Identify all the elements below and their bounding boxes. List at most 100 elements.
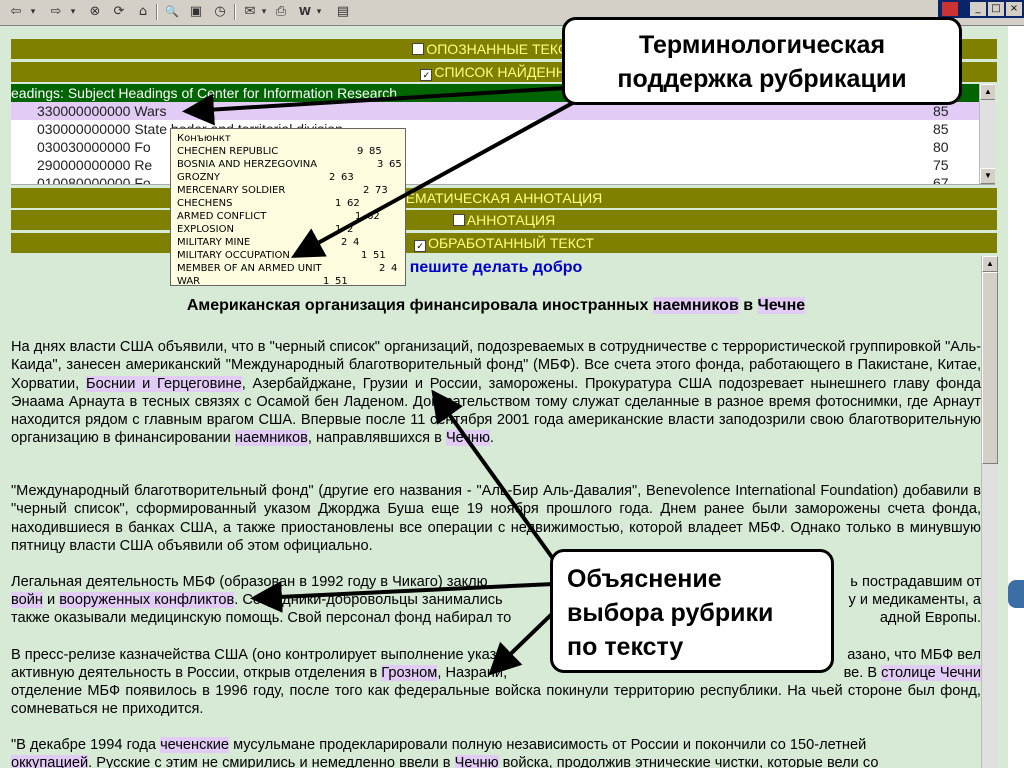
highlight-term[interactable]: вооруженных конфликтов xyxy=(59,592,235,608)
edit-dropdown-icon[interactable]: ▾ xyxy=(314,3,324,21)
popup-row: ARMED CONFLICT 1 62 xyxy=(177,210,399,223)
term-weight: 51 xyxy=(335,276,348,287)
highlight-term[interactable]: Чечню xyxy=(445,430,490,447)
paragraph-4: В пресс-релизе казначейства США (оно кон… xyxy=(11,646,981,717)
search-icon[interactable]: 🔍 xyxy=(163,3,181,21)
checkbox-found-list[interactable]: ✓ xyxy=(420,69,433,81)
term-name: WAR xyxy=(177,276,201,287)
refresh-icon[interactable]: ⟳ xyxy=(110,3,128,21)
history-icon[interactable]: ◷ xyxy=(211,3,229,21)
term-name: GROZNY xyxy=(177,172,221,183)
term-weight: 63 xyxy=(341,172,354,183)
text-line: Легальная деятельность МБФ (образован в … xyxy=(11,573,488,591)
term-name: MILITARY MINE xyxy=(177,237,251,248)
popup-row: EXPLOSION 1 2 xyxy=(177,223,399,236)
term-count: 1 xyxy=(335,198,342,209)
scroll-down-icon[interactable]: ▼ xyxy=(980,168,995,184)
processed-document: пешите делать добро Американская организ… xyxy=(11,258,981,768)
home-icon[interactable]: ⌂ xyxy=(134,3,152,21)
text-line: у и медикаменты, а xyxy=(849,591,981,609)
list-item[interactable]: 030000000000 State boder and territorial… xyxy=(11,120,979,138)
callout-line: выбора рубрики xyxy=(567,599,774,627)
highlight-term[interactable]: столице Чечни xyxy=(881,665,981,681)
list-scrollbar[interactable]: ▲ ▼ xyxy=(979,84,995,184)
edit-icon[interactable]: W xyxy=(296,3,314,21)
term-count: 1 xyxy=(323,276,330,287)
term-weight: 85 xyxy=(369,146,382,157)
term-weight: 2 xyxy=(347,224,354,235)
highlight-term[interactable]: Чечню xyxy=(454,755,499,768)
back-icon[interactable]: ⇦ xyxy=(6,3,26,21)
back-dropdown-icon[interactable]: ▾ xyxy=(28,3,38,21)
bar-annotation[interactable]: АННОТАЦИЯ xyxy=(11,210,997,230)
text-line: адной Европы. xyxy=(880,609,981,627)
highlight-term[interactable]: войн xyxy=(11,592,43,608)
callout-line: Объяснение xyxy=(567,565,722,593)
popup-row: BOSNIA AND HERZEGOVINA 3 65 xyxy=(177,158,402,171)
close-button[interactable]: × xyxy=(1006,2,1022,16)
text-run: войска, продолжив этнические чистки, кот… xyxy=(498,755,879,768)
paragraph-5: "В декабре 1994 года чеченские мусульман… xyxy=(11,736,981,768)
highlight-term[interactable]: Грозном xyxy=(381,665,438,681)
text-line: ь пострадавшим от xyxy=(850,573,981,591)
list-item[interactable]: 030030000000 Fo 80 xyxy=(11,138,979,156)
term-count: 9 xyxy=(357,146,364,157)
text-run: активную деятельность в России, открыв о… xyxy=(11,665,382,681)
favorites-icon[interactable]: ▣ xyxy=(187,3,205,21)
mail-icon[interactable]: ✉ xyxy=(241,3,259,21)
text-run: у и медикаменты, а xyxy=(848,592,981,608)
text-line: отделение МБФ появилось в 1996 году, пос… xyxy=(11,683,981,718)
term-count: 2 xyxy=(341,237,348,248)
term-name: MILITARY OCCUPATION xyxy=(177,250,290,261)
list-item[interactable]: 010080000000 Fo 67 xyxy=(11,174,979,184)
heading-code: 030030000000 Fo xyxy=(37,139,151,155)
text-run: адной Европы. xyxy=(879,610,981,626)
checkbox-recognized-texts[interactable] xyxy=(412,43,425,55)
callout-line: Терминологическая xyxy=(638,31,886,59)
highlight-term[interactable]: наемников xyxy=(234,430,308,447)
list-item[interactable]: 290000000000 Re 75 xyxy=(11,156,979,174)
term-count: 2 xyxy=(379,263,386,274)
mail-dropdown-icon[interactable]: ▾ xyxy=(259,3,269,21)
text-line: "В декабре 1994 года чеченские мусульман… xyxy=(11,736,981,754)
text-line: активную деятельность в России, открыв о… xyxy=(11,664,507,682)
discuss-icon[interactable]: ▤ xyxy=(334,3,352,21)
scroll-up-icon[interactable]: ▲ xyxy=(982,256,998,272)
highlight-term[interactable]: чеченские xyxy=(160,737,230,753)
callout-line: по тексту xyxy=(567,633,684,661)
slogan: пешите делать добро xyxy=(409,259,583,276)
scroll-up-icon[interactable]: ▲ xyxy=(980,84,995,100)
text-run: , направлявшихся в xyxy=(307,430,446,447)
minimize-button[interactable]: _ xyxy=(970,2,986,16)
heading-code: 330000000000 Wars xyxy=(37,103,167,119)
document-scrollbar[interactable]: ▲ xyxy=(981,256,998,768)
highlight-term[interactable]: Чечне xyxy=(757,297,806,314)
forward-icon[interactable]: ⇨ xyxy=(46,3,66,21)
text-run: и xyxy=(42,592,60,608)
highlight-term[interactable]: оккупацией xyxy=(11,755,89,768)
highlight-term[interactable]: наемников xyxy=(652,297,739,314)
bar-processed-text[interactable]: ✓ ОБРАБОТАННЫЙ ТЕКСТ xyxy=(11,233,997,253)
term-name: MEMBER OF AN ARMED UNIT xyxy=(177,263,322,274)
term-popup: Конъюнкт CHECHEN REPUBLIC 9 85 BOSNIA AND … xyxy=(170,128,406,288)
forward-dropdown-icon[interactable]: ▾ xyxy=(68,3,78,21)
text-run: . Сотрудники-добровольцы занимались xyxy=(234,592,503,608)
maximize-button[interactable]: □ xyxy=(988,2,1004,16)
checkbox-annotation[interactable] xyxy=(452,214,465,226)
stop-icon[interactable]: ⊗ xyxy=(86,3,104,21)
text-run: . Русские с этим не смирились и немедлен… xyxy=(88,755,455,768)
title-text: в xyxy=(738,297,758,314)
text-run: Легальная деятельность МБФ (образован в … xyxy=(11,574,488,590)
toolbar-separator xyxy=(234,4,236,20)
term-count: 1 xyxy=(361,250,368,261)
text-run: В пресс-релизе казначейства США (оно кон… xyxy=(11,647,505,663)
bar-thematic-annotation[interactable]: ЕМАТИЧЕСКАЯ АННОТАЦИЯ xyxy=(11,188,997,208)
checkbox-processed-text[interactable]: ✓ xyxy=(414,240,427,252)
scroll-thumb[interactable] xyxy=(982,272,998,464)
highlight-term[interactable]: Боснии и Герцеговине xyxy=(86,375,242,392)
term-weight: 4 xyxy=(353,237,360,248)
text-run: мусульмане продекларировали полную незав… xyxy=(229,737,867,753)
term-name: MERCENARY SOLDIER xyxy=(177,185,286,196)
popup-row: WAR 1 51 xyxy=(177,275,399,288)
print-icon[interactable]: ⎙ xyxy=(272,3,290,21)
